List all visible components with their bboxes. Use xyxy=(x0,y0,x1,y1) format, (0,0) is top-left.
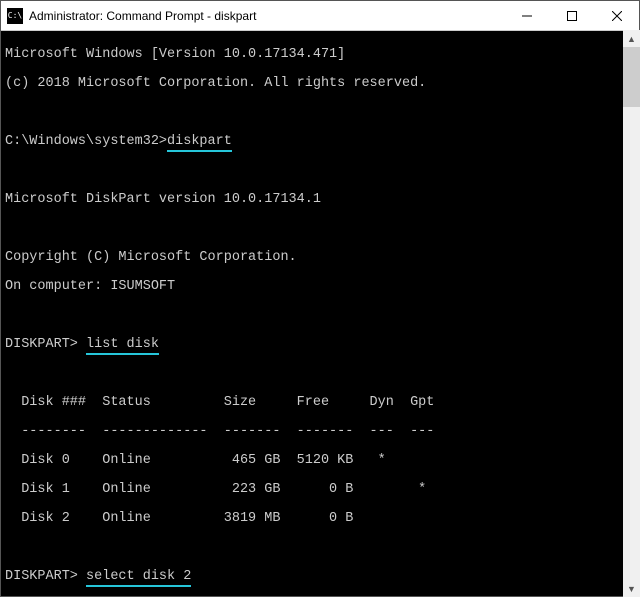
titlebar: C:\ Administrator: Command Prompt - disk… xyxy=(1,1,639,31)
scroll-up-arrow[interactable]: ▲ xyxy=(623,30,640,47)
cmd-list-disk: list disk xyxy=(86,337,159,355)
output-line: On computer: ISUMSOFT xyxy=(5,280,635,295)
table-row: Disk 2 Online 3819 MB 0 B xyxy=(5,512,635,527)
prompt-line: C:\Windows\system32>diskpart xyxy=(5,135,635,150)
close-button[interactable] xyxy=(594,1,639,30)
prompt-line: DISKPART> list disk xyxy=(5,338,635,353)
terminal-output[interactable]: Microsoft Windows [Version 10.0.17134.47… xyxy=(1,31,639,596)
cmd-icon: C:\ xyxy=(7,8,23,24)
output-line: Copyright (C) Microsoft Corporation. xyxy=(5,251,635,266)
output-line: Microsoft Windows [Version 10.0.17134.47… xyxy=(5,48,635,63)
prompt-line: DISKPART> select disk 2 xyxy=(5,570,635,585)
output-line: Microsoft DiskPart version 10.0.17134.1 xyxy=(5,193,635,208)
command-prompt-window: C:\ Administrator: Command Prompt - disk… xyxy=(0,0,640,597)
scroll-thumb[interactable] xyxy=(623,47,640,107)
window-controls xyxy=(504,1,639,30)
table-row: Disk 1 Online 223 GB 0 B * xyxy=(5,483,635,498)
output-line: (c) 2018 Microsoft Corporation. All righ… xyxy=(5,77,635,92)
cmd-select-disk: select disk 2 xyxy=(86,569,191,587)
vertical-scrollbar[interactable]: ▲ ▼ xyxy=(623,30,640,597)
scroll-down-arrow[interactable]: ▼ xyxy=(623,580,640,597)
table-header: Disk ### Status Size Free Dyn Gpt xyxy=(5,396,635,411)
table-divider: -------- ------------- ------- ------- -… xyxy=(5,425,635,440)
window-title: Administrator: Command Prompt - diskpart xyxy=(29,9,504,23)
table-row: Disk 0 Online 465 GB 5120 KB * xyxy=(5,454,635,469)
cmd-diskpart: diskpart xyxy=(167,134,232,152)
minimize-button[interactable] xyxy=(504,1,549,30)
maximize-button[interactable] xyxy=(549,1,594,30)
